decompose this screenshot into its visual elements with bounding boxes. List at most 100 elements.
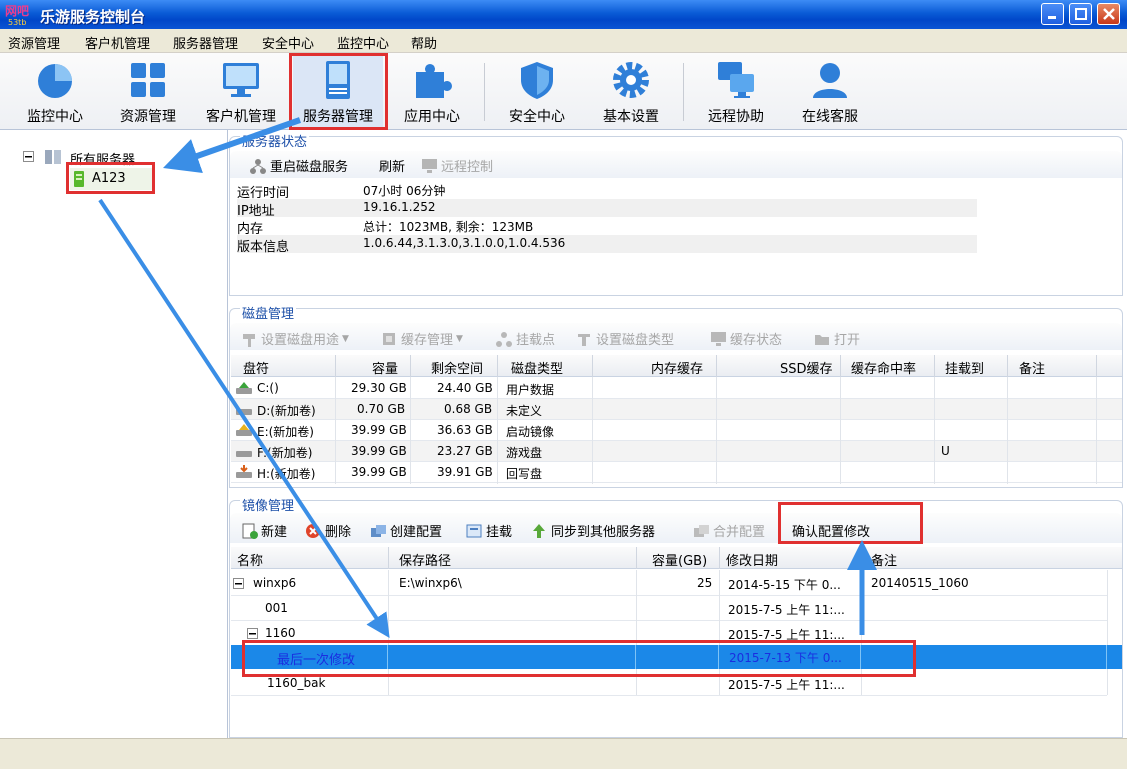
minimize-icon: [1047, 16, 1056, 19]
toolbar-app-button[interactable]: 应用中心: [387, 54, 477, 129]
set-disk-type-label: 设置磁盘类型: [596, 333, 675, 348]
disk-row[interactable]: C:() 29.30 GB 24.40 GB 用户数据: [231, 378, 1122, 399]
col-date[interactable]: 修改日期: [726, 550, 778, 569]
cell-date: 2015-7-5 上午 11:...: [728, 678, 845, 692]
mount-image-button[interactable]: 挂载: [466, 521, 512, 540]
disk-table-header: 盘符 容量 剩余空间 磁盘类型 内存缓存 SSD缓存 缓存命中率 挂载到 备注: [231, 355, 1122, 377]
pie-chart-icon: [38, 64, 72, 98]
merge-config-button[interactable]: 合并配置: [693, 521, 765, 540]
column-divider[interactable]: [934, 355, 935, 377]
close-button[interactable]: [1097, 3, 1120, 25]
column-divider[interactable]: [1096, 355, 1097, 377]
toolbar-monitor-button[interactable]: 监控中心: [10, 54, 100, 129]
menu-resource[interactable]: 资源管理: [8, 33, 60, 52]
col-name[interactable]: 名称: [237, 550, 263, 569]
hammer-icon: [243, 333, 255, 347]
cache-management-label: 缓存管理: [401, 333, 454, 348]
refresh-button[interactable]: 刷新: [379, 156, 405, 175]
toolbar-app-label: 应用中心: [404, 109, 460, 125]
cache-status-button[interactable]: 缓存状态: [710, 329, 782, 348]
cell-name: 1160: [265, 626, 296, 640]
column-divider[interactable]: [840, 355, 841, 377]
col-note[interactable]: 备注: [1019, 358, 1045, 377]
disk-row[interactable]: H:(新加卷) 39.99 GB 39.91 GB 回写盘: [231, 462, 1122, 483]
remote-control-button[interactable]: 远程控制: [421, 156, 493, 175]
cell-name: 1160_bak: [267, 676, 326, 690]
col-mount[interactable]: 挂载到: [945, 358, 984, 377]
info-value: 07小时 06分钟: [363, 184, 446, 198]
menu-client[interactable]: 客户机管理: [85, 33, 150, 52]
toolbar-remote-button[interactable]: 远程协助: [691, 54, 781, 129]
new-image-button[interactable]: 新建: [241, 521, 287, 540]
maximize-button[interactable]: [1069, 3, 1092, 25]
column-divider[interactable]: [497, 355, 498, 377]
disk-row[interactable]: F:(新加卷) 39.99 GB 23.27 GB 游戏盘 U: [231, 441, 1122, 462]
collapse-icon[interactable]: [233, 578, 244, 589]
grid-line: [1106, 645, 1107, 669]
collapse-icon[interactable]: [23, 151, 34, 162]
col-size[interactable]: 容量: [372, 358, 398, 377]
col-free[interactable]: 剩余空间: [431, 358, 483, 377]
cell-type: 游戏盘: [506, 446, 543, 460]
collapse-icon[interactable]: [247, 628, 258, 639]
column-divider[interactable]: [716, 355, 717, 377]
column-divider[interactable]: [410, 355, 411, 377]
menu-security[interactable]: 安全中心: [262, 33, 314, 52]
menu-help[interactable]: 帮助: [411, 33, 437, 52]
image-row[interactable]: 001 2015-7-5 上午 11:...: [231, 596, 1107, 621]
toolbar-separator: [683, 63, 684, 121]
col-drive[interactable]: 盘符: [243, 358, 269, 377]
set-disk-usage-label: 设置磁盘用途: [261, 333, 340, 348]
toolbar-service-button[interactable]: 在线客服: [785, 54, 875, 129]
info-value: 总计：1023MB, 剩余：123MB: [363, 220, 534, 234]
restart-disk-service-button[interactable]: 重启磁盘服务: [250, 156, 348, 175]
disk-row[interactable]: D:(新加卷) 0.70 GB 0.68 GB 未定义: [231, 399, 1122, 420]
cache-management-button[interactable]: 缓存管理 ▼: [381, 329, 463, 348]
disk-row[interactable]: E:(新加卷) 39.99 GB 36.63 GB 启动镜像: [231, 420, 1122, 441]
open-button[interactable]: 打开: [814, 329, 860, 348]
cell-drive: H:(新加卷): [257, 467, 316, 481]
set-disk-type-button[interactable]: 设置磁盘类型: [576, 329, 674, 348]
column-divider[interactable]: [719, 547, 720, 569]
col-hit-rate[interactable]: 缓存命中率: [851, 358, 916, 377]
menu-server[interactable]: 服务器管理: [173, 33, 238, 52]
highlight-selected-row: [242, 640, 916, 677]
column-divider[interactable]: [861, 547, 862, 569]
menu-monitor[interactable]: 监控中心: [337, 33, 389, 52]
set-disk-usage-button[interactable]: 设置磁盘用途 ▼: [241, 329, 349, 348]
toolbar-settings-label: 基本设置: [603, 109, 659, 125]
col-mem-cache[interactable]: 内存缓存: [651, 358, 703, 377]
mount-point-button[interactable]: 挂载点: [496, 329, 555, 348]
cell-type: 未定义: [506, 404, 543, 418]
minimize-button[interactable]: [1041, 3, 1064, 25]
column-divider[interactable]: [388, 547, 389, 569]
cell-size: 0.70 GB: [357, 402, 406, 416]
toolbar-security-button[interactable]: 安全中心: [492, 54, 582, 129]
disk-toolbar: [230, 323, 1122, 350]
cell-mount: U: [941, 444, 950, 458]
toolbar-monitor-label: 监控中心: [27, 109, 83, 125]
image-row[interactable]: winxp6 E:\winxp6\ 25 2014-5-15 下午 0... 2…: [231, 571, 1107, 596]
info-row-version: 版本信息 1.0.6.44,3.1.3.0,3.1.0.0,1.0.4.536: [237, 235, 977, 255]
delete-icon: [306, 523, 320, 538]
create-config-button[interactable]: 创建配置: [370, 521, 442, 540]
col-ssd-cache[interactable]: SSD缓存: [780, 358, 833, 377]
delete-image-button[interactable]: 删除: [305, 521, 351, 540]
column-divider[interactable]: [636, 547, 637, 569]
column-divider[interactable]: [1007, 355, 1008, 377]
column-divider[interactable]: [592, 355, 593, 377]
col-size[interactable]: 容量(GB): [652, 550, 707, 569]
col-type[interactable]: 磁盘类型: [511, 358, 563, 377]
sync-servers-button[interactable]: 同步到其他服务器: [531, 521, 655, 540]
col-note[interactable]: 备注: [871, 550, 897, 569]
column-divider[interactable]: [335, 355, 336, 377]
image-table-header: 名称 保存路径 容量(GB) 修改日期 备注: [231, 547, 1122, 569]
new-file-icon: [242, 523, 258, 539]
toolbar-client-button[interactable]: 客户机管理: [196, 54, 286, 129]
menu-bar: 资源管理 客户机管理 服务器管理 安全中心 监控中心 帮助: [0, 29, 1127, 53]
toolbar-separator: [484, 63, 485, 121]
mount-image-label: 挂载: [486, 525, 513, 540]
toolbar-resource-button[interactable]: 资源管理: [103, 54, 193, 129]
col-path[interactable]: 保存路径: [399, 550, 451, 569]
toolbar-settings-button[interactable]: 基本设置: [586, 54, 676, 129]
